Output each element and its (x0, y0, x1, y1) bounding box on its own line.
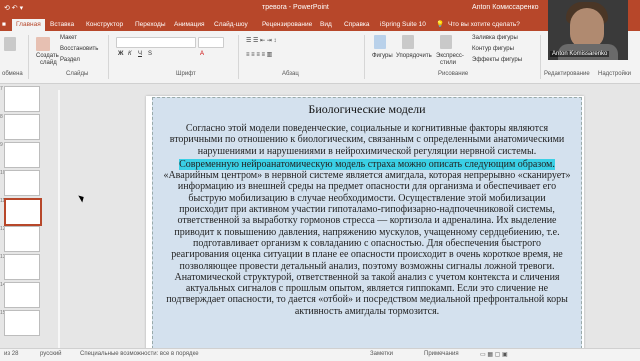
slide-thumbnail[interactable] (4, 170, 40, 196)
paragraph-2-text: «Аварийным центром» в нервной системе яв… (163, 170, 571, 317)
shapes-button[interactable]: Фигуры (372, 53, 393, 59)
tab-animation[interactable]: Анимация (174, 19, 205, 31)
new-slide-icon[interactable] (36, 37, 50, 51)
webcam-name-label: Anton Komissarenko (550, 51, 610, 57)
accessibility-status[interactable]: Специальные возможности: все в порядке (80, 351, 199, 357)
paragraph-1: Согласно этой модели поведенческие, соци… (169, 123, 565, 157)
tab-ispring[interactable]: iSpring Suite 10 (380, 19, 426, 31)
divider (238, 35, 239, 79)
arrange-button[interactable]: Упорядочить (396, 53, 432, 59)
slide-thumbnail-selected[interactable] (4, 198, 42, 226)
tab-file[interactable]: ■ (2, 19, 6, 31)
shape-fill-button[interactable]: Заливка фигуры (472, 35, 518, 41)
slide-thumbnail[interactable] (4, 226, 40, 252)
tab-transitions[interactable]: Переходы (135, 19, 166, 31)
arrange-icon[interactable] (402, 35, 414, 49)
font-name-select[interactable] (116, 37, 196, 48)
font-size-select[interactable] (198, 37, 224, 48)
divider (28, 35, 29, 79)
slide-thumbnail[interactable] (4, 142, 40, 168)
ribbon: обмена Создать слайд Макет Восстановить … (0, 31, 640, 84)
bold-icon[interactable]: Ж (118, 51, 123, 57)
quick-styles-icon[interactable] (440, 35, 452, 49)
ribbon-tabs: ■ Главная Вставка Конструктор Переходы А… (0, 17, 640, 31)
font-group-label: Шрифт (176, 71, 196, 77)
new-slide-label-2[interactable]: слайд (40, 60, 57, 66)
addins-group-label: Надстройки (598, 71, 631, 77)
language-indicator[interactable]: русский (40, 351, 62, 357)
tab-home[interactable]: Главная (12, 19, 45, 31)
slide-title[interactable]: Биологические модели (153, 102, 581, 117)
slide-thumbnails-pane[interactable]: 7 8 9 10 11 12 13 14 15 (0, 84, 58, 348)
slide-text-box[interactable]: Биологические модели Согласно этой модел… (152, 97, 582, 349)
editing-group-label: Редактирование (544, 71, 590, 77)
shape-outline-button[interactable]: Контур фигуры (472, 46, 514, 52)
slide-thumbnail[interactable] (4, 86, 40, 112)
italic-icon[interactable]: К (128, 51, 132, 57)
slide-thumbnail[interactable] (4, 310, 40, 336)
status-bar: из 28 русский Специальные возможности: в… (0, 348, 640, 361)
tab-design[interactable]: Конструктор (86, 19, 123, 31)
thumb-number: 9 (0, 142, 3, 148)
thumb-number: 7 (0, 86, 3, 92)
tab-view[interactable]: Вид (320, 19, 332, 31)
tab-insert[interactable]: Вставка (50, 19, 74, 31)
drawing-group-label: Рисование (438, 71, 469, 77)
window-title: тревога - PowerPoint (262, 4, 329, 11)
slide-counter: из 28 (4, 351, 19, 357)
quick-styles-button[interactable]: Экспресс- (436, 53, 464, 59)
shape-effects-button[interactable]: Эффекты фигуры (472, 57, 522, 63)
quick-styles-button-2[interactable]: стили (440, 60, 456, 66)
restore-button[interactable]: Восстановить (60, 46, 98, 52)
highlighted-sentence: Современную нейроанатомическую модель ст… (179, 158, 555, 170)
person-face (570, 8, 604, 48)
tab-review[interactable]: Рецензирование (262, 19, 312, 31)
font-color-icon[interactable]: A (200, 51, 204, 57)
slides-group-label: Слайды (66, 71, 89, 77)
bullets-icon[interactable]: ☰ ☰ ⇤ ⇥ ↕ (246, 37, 276, 44)
divider (364, 35, 365, 79)
search-box[interactable]: Что вы хотите сделать? (448, 19, 520, 31)
view-buttons-icon[interactable]: ▭ ▦ ▢ ▣ (480, 351, 508, 358)
clipboard-group-label: обмена (2, 71, 23, 77)
slide-thumbnail[interactable] (4, 254, 40, 280)
align-icons[interactable]: ≡ ≡ ≡ ≡ ▥ (246, 51, 272, 58)
shapes-icon[interactable] (374, 35, 386, 49)
underline-icon[interactable]: Ч (138, 51, 142, 57)
layout-button[interactable]: Макет (60, 35, 77, 41)
autosave-icon[interactable]: ⟲ ↶ ▾ (4, 4, 23, 12)
slide-thumbnail[interactable] (4, 114, 40, 140)
tab-slideshow[interactable]: Слайд-шоу (214, 19, 248, 31)
section-button[interactable]: Раздел (60, 57, 80, 63)
divider (540, 35, 541, 79)
comments-button[interactable]: Примечания (424, 351, 459, 357)
lightbulb-icon: 💡 (436, 21, 445, 28)
webcam-overlay: Anton Komissarenko (548, 0, 628, 60)
notes-button[interactable]: Заметки (370, 351, 393, 357)
paste-icon[interactable] (4, 37, 16, 51)
thumb-number: 8 (0, 114, 3, 120)
slide-body[interactable]: Согласно этой модели поведенческие, соци… (163, 123, 571, 317)
slide-thumbnail[interactable] (4, 282, 40, 308)
user-name[interactable]: Anton Комиссаренко (472, 4, 539, 11)
title-bar: ⟲ ↶ ▾ тревога - PowerPoint Anton Комисса… (0, 0, 640, 17)
new-slide-label[interactable]: Создать (36, 53, 59, 59)
paragraph-group-label: Абзац (282, 71, 299, 77)
tab-help[interactable]: Справка (344, 19, 370, 31)
divider (108, 35, 109, 79)
paragraph-2: Современную нейроанатомическую модель ст… (163, 158, 571, 317)
strikethrough-icon[interactable]: S (148, 51, 152, 57)
